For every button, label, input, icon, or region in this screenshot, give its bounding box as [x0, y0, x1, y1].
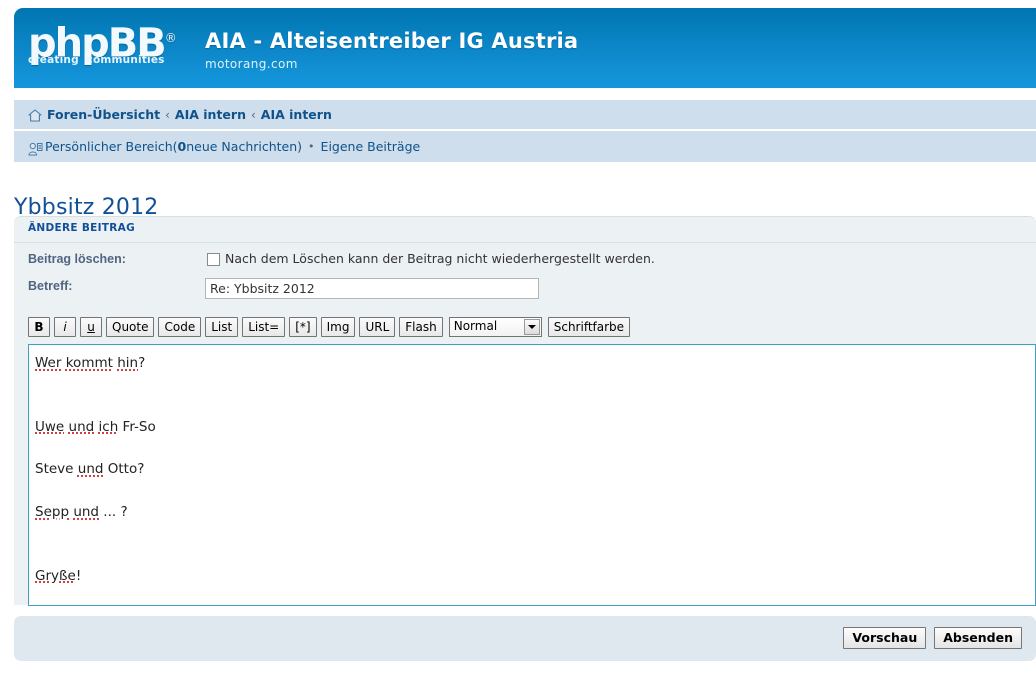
- site-header: phpBB® creating communities AIA - Alteis…: [14, 8, 1036, 88]
- user-profile-icon: [28, 142, 43, 156]
- preview-button[interactable]: Vorschau: [843, 627, 927, 649]
- breadcrumb-bar: Foren-Übersicht ‹ AIA intern ‹ AIA inter…: [14, 100, 1036, 130]
- font-size-select[interactable]: Normal: [448, 317, 542, 337]
- new-messages-label: neue Nachrichten): [186, 139, 303, 154]
- edit-post-panel: ÄNDERE BEITRAG Beitrag löschen: Nach dem…: [14, 216, 1036, 606]
- italic-button[interactable]: i: [54, 317, 76, 337]
- delete-post-warning-text: Nach dem Löschen kann der Beitrag nicht …: [225, 251, 655, 266]
- form-action-buttons: Vorschau Absenden: [843, 627, 1022, 649]
- site-description: motorang.com: [205, 57, 298, 71]
- delete-post-checkbox[interactable]: [207, 253, 220, 266]
- list-item-button[interactable]: [*]: [289, 317, 317, 337]
- home-icon: [28, 109, 42, 122]
- bold-button[interactable]: B: [28, 317, 50, 337]
- new-messages-count: 0: [177, 139, 187, 154]
- url-button[interactable]: URL: [359, 317, 396, 337]
- breadcrumb-link-forum-2[interactable]: AIA intern: [261, 107, 332, 122]
- breadcrumb-link-home[interactable]: Foren-Übersicht: [47, 107, 160, 122]
- breadcrumb-link-forum-1[interactable]: AIA intern: [175, 107, 246, 122]
- panel-header: [14, 217, 1036, 243]
- font-color-button[interactable]: Schriftfarbe: [547, 317, 631, 337]
- breadcrumb-separator: ‹: [250, 107, 256, 122]
- breadcrumb-separator: ‹: [165, 107, 170, 122]
- breadcrumb: Foren-Übersicht ‹ AIA intern ‹ AIA inter…: [28, 100, 332, 129]
- site-title: AIA - Alteisentreiber IG Austria: [205, 29, 579, 53]
- flash-button[interactable]: Flash: [399, 317, 443, 337]
- registered-trademark-icon: ®: [164, 31, 177, 45]
- nav-dot-separator: •: [308, 140, 315, 153]
- header-text-block: AIA - Alteisentreiber IG Austria motoran…: [205, 29, 578, 71]
- font-size-selected-value: Normal: [453, 319, 498, 333]
- message-textarea[interactable]: Wer kommt hin? Uwe und ich Fr-So Steve u…: [28, 344, 1036, 606]
- user-nav-bar: Persönlicher Bereich (0 neue Nachrichten…: [14, 131, 1036, 162]
- phpbb-logo-tagline: creating communities: [28, 54, 165, 67]
- ordered-list-button[interactable]: List=: [242, 317, 286, 337]
- submit-button[interactable]: Absenden: [934, 627, 1022, 649]
- underline-button[interactable]: u: [80, 317, 102, 337]
- form-action-bar: Vorschau Absenden: [14, 616, 1036, 661]
- phpbb-edit-post-page: phpBB® creating communities AIA - Alteis…: [0, 0, 1036, 691]
- chevron-down-icon[interactable]: [523, 319, 540, 335]
- panel-heading-label: ÄNDERE BEITRAG: [28, 222, 135, 234]
- bbcode-toolbar: B i u Quote Code List List= [*] Img URL …: [28, 317, 631, 337]
- phpbb-logo[interactable]: phpBB® creating communities: [28, 18, 188, 76]
- delete-post-label: Beitrag löschen:: [28, 252, 126, 266]
- user-nav: Persönlicher Bereich (0 neue Nachrichten…: [28, 131, 420, 162]
- quote-button[interactable]: Quote: [106, 317, 155, 337]
- subject-label: Betreff:: [28, 279, 73, 293]
- image-button[interactable]: Img: [320, 317, 356, 337]
- code-button[interactable]: Code: [158, 317, 202, 337]
- user-nav-link-profile[interactable]: Persönlicher Bereich: [45, 139, 173, 154]
- list-button[interactable]: List: [205, 317, 239, 337]
- subject-input[interactable]: Re: Ybbsitz 2012: [205, 278, 539, 299]
- user-nav-link-own-posts[interactable]: Eigene Beiträge: [321, 139, 421, 154]
